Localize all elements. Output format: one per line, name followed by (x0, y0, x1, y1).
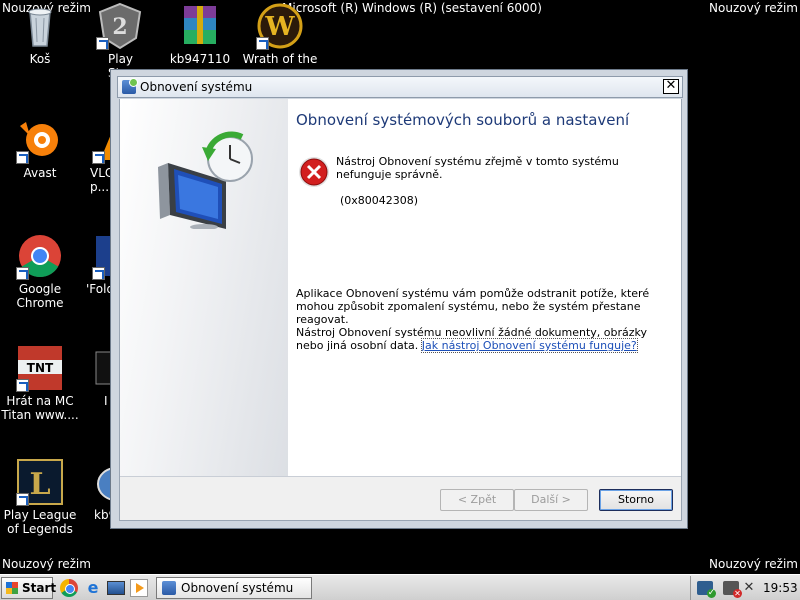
shortcut-arrow-icon (92, 151, 105, 164)
desktop-icon-folding[interactable]: F 'Fold (80, 232, 112, 296)
desktop-icon-label: I (104, 394, 108, 408)
desktop-icon-mc-titan[interactable]: TNT Hrát na MC Titan www.... (0, 344, 80, 422)
safe-mode-label: Nouzový režim (2, 557, 91, 571)
start-button[interactable]: Start (1, 577, 57, 599)
avast-icon (16, 116, 64, 164)
documents-paragraph: Nástroj Obnovení systému neovlivní žádné… (296, 326, 656, 353)
desktop-icon-avast[interactable]: Avast (0, 116, 80, 180)
league-icon: L (16, 458, 64, 506)
system-restore-graphic-icon (158, 131, 253, 229)
taskbar-item-system-restore[interactable]: Obnovení systému (156, 577, 312, 599)
desktop-icon-recycle-bin[interactable]: Koš (0, 2, 80, 66)
desktop-icon-label: Avast (23, 166, 57, 180)
wow-icon: W (256, 2, 304, 50)
desktop-icon-label: Koš (29, 52, 51, 66)
desktop-icon-label: Wrath of the (242, 52, 318, 66)
internet-explorer-icon[interactable]: e (84, 579, 102, 597)
taskbar-item-label: Obnovení systému (181, 581, 294, 595)
desktop-icon-label: 'Fold (86, 282, 112, 296)
app-icon (92, 344, 112, 392)
game-shield-icon: 2 (96, 2, 144, 50)
desktop-icon-kb9[interactable]: kb9 (80, 458, 112, 522)
clock[interactable]: 19:53 (763, 581, 798, 595)
close-icon: ✕ (665, 78, 677, 93)
windows-logo-icon (6, 582, 18, 594)
show-desktop-icon[interactable] (107, 581, 125, 595)
dialog-titlebar[interactable]: Obnovení systému ✕ (117, 76, 683, 98)
shortcut-arrow-icon (256, 37, 269, 50)
installer-icon (92, 458, 112, 506)
safe-mode-label: Nouzový režim (709, 557, 798, 571)
dialog-title: Obnovení systému (140, 80, 253, 94)
error-message: Nástroj Obnovení systému zřejmě v tomto … (336, 155, 619, 181)
safe-mode-label: Nouzový režim (709, 1, 798, 15)
desktop-icon-label: kb9 (94, 508, 112, 522)
chrome-icon (16, 232, 64, 280)
desktop-icon-label: kb947110 (169, 52, 231, 66)
cancel-button[interactable]: Storno (599, 489, 673, 511)
svg-text:L: L (29, 467, 50, 502)
side-panel (120, 99, 288, 476)
network-error-icon[interactable] (723, 581, 742, 598)
svg-text:TNT: TNT (27, 361, 54, 375)
archive-icon (176, 2, 224, 50)
desktop-icon-wow[interactable]: W Wrath of the (240, 2, 320, 66)
system-restore-icon (122, 78, 138, 94)
dialog-content: Obnovení systémových souborů a nastavení… (119, 99, 682, 521)
os-build-label: Microsoft (R) Windows (R) (sestavení 600… (282, 1, 542, 15)
system-restore-icon (162, 581, 176, 595)
next-button[interactable]: Další > (514, 489, 588, 511)
tnt-icon: TNT (16, 344, 64, 392)
desktop-icon-app[interactable]: I (80, 344, 112, 408)
desktop-icon-label: Google Chrome (16, 282, 64, 310)
taskbar: Start e Obnovení systému ✕ 19:53 (0, 574, 800, 600)
close-button[interactable]: ✕ (663, 79, 679, 94)
shortcut-arrow-icon (16, 379, 29, 392)
recycle-bin-icon (16, 2, 64, 50)
button-bar: < Zpět Další > Storno (120, 477, 681, 520)
shortcut-arrow-icon (16, 493, 29, 506)
network-ok-icon[interactable] (697, 581, 716, 598)
media-player-icon[interactable] (130, 579, 148, 597)
vlc-icon (92, 116, 112, 164)
desktop-icon-vlc[interactable]: VLC p... (80, 116, 112, 194)
dialog-heading: Obnovení systémových souborů a nastavení (296, 111, 630, 129)
system-restore-dialog: Obnovení systému ✕ Obnovení systémových … (110, 69, 688, 529)
desktop-icon-google-chrome[interactable]: Google Chrome (0, 232, 80, 310)
shortcut-arrow-icon (96, 37, 109, 50)
info-paragraph: Aplikace Obnovení systému vám pomůže ods… (296, 287, 650, 326)
shortcut-arrow-icon (16, 267, 29, 280)
error-code: (0x80042308) (340, 194, 419, 207)
desktop-icon-kb947110[interactable]: kb947110 (160, 2, 240, 66)
desktop-icon-league[interactable]: L Play League of Legends (0, 458, 80, 536)
volume-muted-icon[interactable]: ✕ (741, 581, 757, 595)
help-link[interactable]: Jak nástroj Obnovení systému funguje? (420, 338, 638, 353)
folder-app-icon: F (92, 232, 112, 280)
system-tray: ✕ 19:53 (690, 576, 798, 600)
svg-text:W: W (264, 12, 295, 42)
shortcut-arrow-icon (16, 151, 29, 164)
desktop-icon-label: VLC p... (90, 166, 112, 194)
chrome-icon[interactable] (60, 579, 78, 597)
desktop-icon-label: Hrát na MC Titan www.... (1, 394, 79, 422)
desktop-icon-label: Play League of Legends (3, 508, 77, 536)
back-button[interactable]: < Zpět (440, 489, 514, 511)
shortcut-arrow-icon (92, 267, 105, 280)
error-icon (299, 157, 329, 187)
svg-text:2: 2 (112, 14, 127, 40)
start-label: Start (22, 581, 57, 595)
